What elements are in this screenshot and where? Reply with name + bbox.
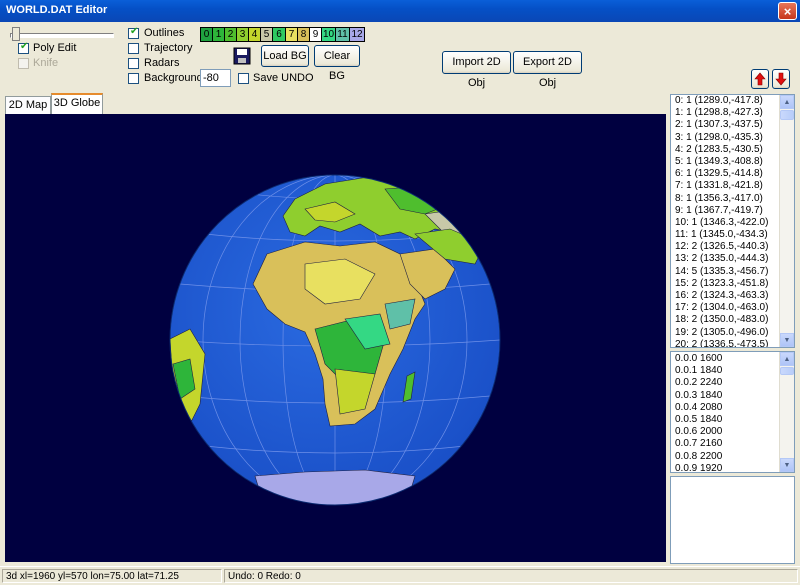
title-bar: WORLD.DAT Editor × <box>0 0 800 22</box>
scroll-down-icon[interactable]: ▼ <box>780 458 794 472</box>
close-button[interactable]: × <box>778 2 797 20</box>
clear-bg-button[interactable]: Clear BG <box>314 45 360 82</box>
polygon-list-item[interactable]: 8: 1 (1356.3,-417.0) <box>671 193 794 205</box>
tab-2d-map[interactable]: 2D Map <box>5 96 51 114</box>
polygon-list-item[interactable]: 9: 1 (1367.7,-419.7) <box>671 205 794 217</box>
vertex-list-item[interactable]: 0.0.2 2240 <box>671 377 794 389</box>
polygon-list-item[interactable]: 18: 2 (1350.0,-483.0) <box>671 314 794 326</box>
legend-swatch: 1 <box>213 28 225 41</box>
trajectory-checkbox[interactable] <box>128 43 139 54</box>
polygon-list-item[interactable]: 2: 1 (1307.3,-437.5) <box>671 119 794 131</box>
vertex-list-item[interactable]: 0.0.4 2080 <box>671 402 794 414</box>
polygon-list-item[interactable]: 5: 1 (1349.3,-408.8) <box>671 156 794 168</box>
legend-swatch: 3 <box>237 28 249 41</box>
legend-swatch: 8 <box>298 28 310 41</box>
polygon-list-item[interactable]: 0: 1 (1289.0,-417.8) <box>671 95 794 107</box>
close-icon: × <box>783 4 792 19</box>
legend-swatch: 12 <box>350 28 364 41</box>
legend-swatch: 11 <box>336 28 350 41</box>
info-panel <box>670 476 795 564</box>
legend-swatch: 2 <box>225 28 237 41</box>
red-down-arrow-icon <box>775 72 787 86</box>
vertex-list-scrollbar[interactable]: ▲ ▼ <box>779 352 794 472</box>
poly-edit-checkbox[interactable] <box>18 41 29 54</box>
color-legend: 0 1 2 3 4 5 6 7 8 9 10 11 12 <box>200 27 365 42</box>
scroll-up-icon[interactable]: ▲ <box>780 352 794 366</box>
vertex-list-item[interactable]: 0.0.8 2200 <box>671 451 794 463</box>
zoom-slider[interactable] <box>8 27 114 41</box>
vertex-list-item[interactable]: 0.0.5 1840 <box>671 414 794 426</box>
trajectory-label: Trajectory <box>144 42 193 54</box>
export-2d-obj-button[interactable]: Export 2D Obj <box>513 51 582 89</box>
polygon-list-item[interactable]: 19: 2 (1305.0,-496.0) <box>671 327 794 339</box>
vertex-list-item[interactable]: 0.0.6 2000 <box>671 426 794 438</box>
polygon-list-item[interactable]: 15: 2 (1323.3,-451.8) <box>671 278 794 290</box>
knife-label: Knife <box>33 57 59 69</box>
vertex-list[interactable]: 0.0.0 1600 0.0.1 1840 0.0.2 2240 0.0.3 1840… <box>670 351 795 473</box>
outlines-label: Outlines <box>144 27 185 39</box>
scroll-up-icon[interactable]: ▲ <box>780 95 794 109</box>
legend-swatch: 10 <box>322 28 336 41</box>
status-coords: 3d xl=1960 yl=570 lon=75.00 lat=71.25 <box>2 569 222 583</box>
red-up-arrow-icon <box>754 72 766 86</box>
move-up-button[interactable] <box>751 69 769 89</box>
polygon-list-item[interactable]: 14: 5 (1335.3,-456.7) <box>671 266 794 278</box>
vertex-list-item[interactable]: 0.0.0 1600 <box>671 353 794 365</box>
status-undo: Undo: 0 Redo: 0 <box>224 569 798 583</box>
vertex-list-item[interactable]: 0.0.1 1840 <box>671 365 794 377</box>
radars-label: Radars <box>144 57 180 69</box>
status-bar: 3d xl=1960 yl=570 lon=75.00 lat=71.25 Un… <box>0 566 800 585</box>
radars-checkbox[interactable] <box>128 58 139 69</box>
polygon-rows: 0: 1 (1289.0,-417.8) 1: 1 (1298.8,-427.3)… <box>671 95 794 347</box>
polygon-list-item[interactable]: 6: 1 (1329.5,-414.8) <box>671 168 794 180</box>
polygon-list-item[interactable]: 7: 1 (1331.8,-421.8) <box>671 180 794 192</box>
legend-swatch: 7 <box>286 28 298 41</box>
window-title: WORLD.DAT Editor <box>6 4 108 16</box>
floppy-disk-icon[interactable] <box>233 47 251 65</box>
load-bg-button[interactable]: Load BG <box>261 45 309 67</box>
slider-track <box>10 33 114 38</box>
polygon-list-item[interactable]: 17: 2 (1304.0,-463.0) <box>671 302 794 314</box>
save-undo-label: Save UNDO <box>253 72 314 84</box>
polygon-list-item[interactable]: 10: 1 (1346.3,-422.0) <box>671 217 794 229</box>
background-checkbox[interactable] <box>128 73 139 84</box>
import-2d-obj-button[interactable]: Import 2D Obj <box>442 51 511 89</box>
knife-checkbox[interactable] <box>18 58 29 69</box>
scroll-thumb[interactable] <box>780 110 794 120</box>
legend-swatch: 6 <box>273 28 286 41</box>
scroll-thumb[interactable] <box>780 367 794 375</box>
tab-3d-globe[interactable]: 3D Globe <box>51 93 103 115</box>
polygon-list-item[interactable]: 16: 2 (1324.3,-463.3) <box>671 290 794 302</box>
move-down-button[interactable] <box>772 69 790 89</box>
vertex-list-item[interactable]: 0.0.7 2160 <box>671 438 794 450</box>
polygon-list-item[interactable]: 4: 2 (1283.5,-430.5) <box>671 144 794 156</box>
vertex-list-item[interactable]: 0.0.3 1840 <box>671 390 794 402</box>
background-label: Background <box>144 72 203 84</box>
legend-swatch: 0 <box>201 28 213 41</box>
slider-thumb[interactable] <box>12 27 20 41</box>
legend-swatch: 9 <box>310 28 322 41</box>
background-value-input[interactable]: -80 <box>200 69 231 87</box>
polygon-list[interactable]: 0: 1 (1289.0,-417.8) 1: 1 (1298.8,-427.3)… <box>670 94 795 348</box>
save-undo-checkbox[interactable] <box>238 73 249 84</box>
polygon-list-scrollbar[interactable]: ▲ ▼ <box>779 95 794 347</box>
vertex-rows: 0.0.0 1600 0.0.1 1840 0.0.2 2240 0.0.3 1840… <box>671 352 794 472</box>
legend-swatch: 4 <box>249 28 261 41</box>
polygon-list-item[interactable]: 20: 2 (1336.5,-473.5) <box>671 339 794 347</box>
globe-render <box>169 174 501 506</box>
polygon-list-item[interactable]: 1: 1 (1298.8,-427.3) <box>671 107 794 119</box>
polygon-list-item[interactable]: 3: 1 (1298.0,-435.3) <box>671 132 794 144</box>
polygon-list-item[interactable]: 12: 2 (1326.5,-440.3) <box>671 241 794 253</box>
legend-swatch: 5 <box>261 28 273 41</box>
polygon-list-item[interactable]: 11: 1 (1345.0,-434.3) <box>671 229 794 241</box>
poly-edit-label: Poly Edit <box>33 42 77 54</box>
vertex-list-item[interactable]: 0.0.9 1920 <box>671 463 794 472</box>
globe-viewport[interactable] <box>5 114 666 562</box>
outlines-checkbox[interactable] <box>128 26 139 39</box>
scroll-down-icon[interactable]: ▼ <box>780 333 794 347</box>
polygon-list-item[interactable]: 13: 2 (1335.0,-444.3) <box>671 253 794 265</box>
